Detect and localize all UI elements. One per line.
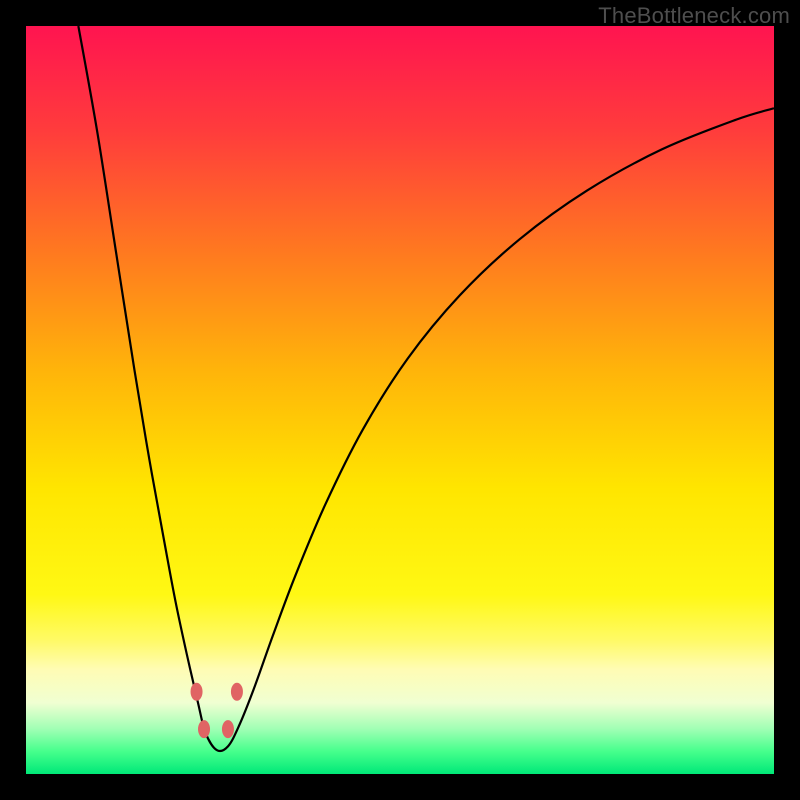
curve-marker bbox=[198, 720, 210, 738]
chart-frame bbox=[26, 26, 774, 774]
bottleneck-chart bbox=[26, 26, 774, 774]
curve-marker bbox=[222, 720, 234, 738]
chart-background bbox=[26, 26, 774, 774]
curve-marker bbox=[191, 683, 203, 701]
curve-marker bbox=[231, 683, 243, 701]
watermark-text: TheBottleneck.com bbox=[598, 3, 790, 29]
